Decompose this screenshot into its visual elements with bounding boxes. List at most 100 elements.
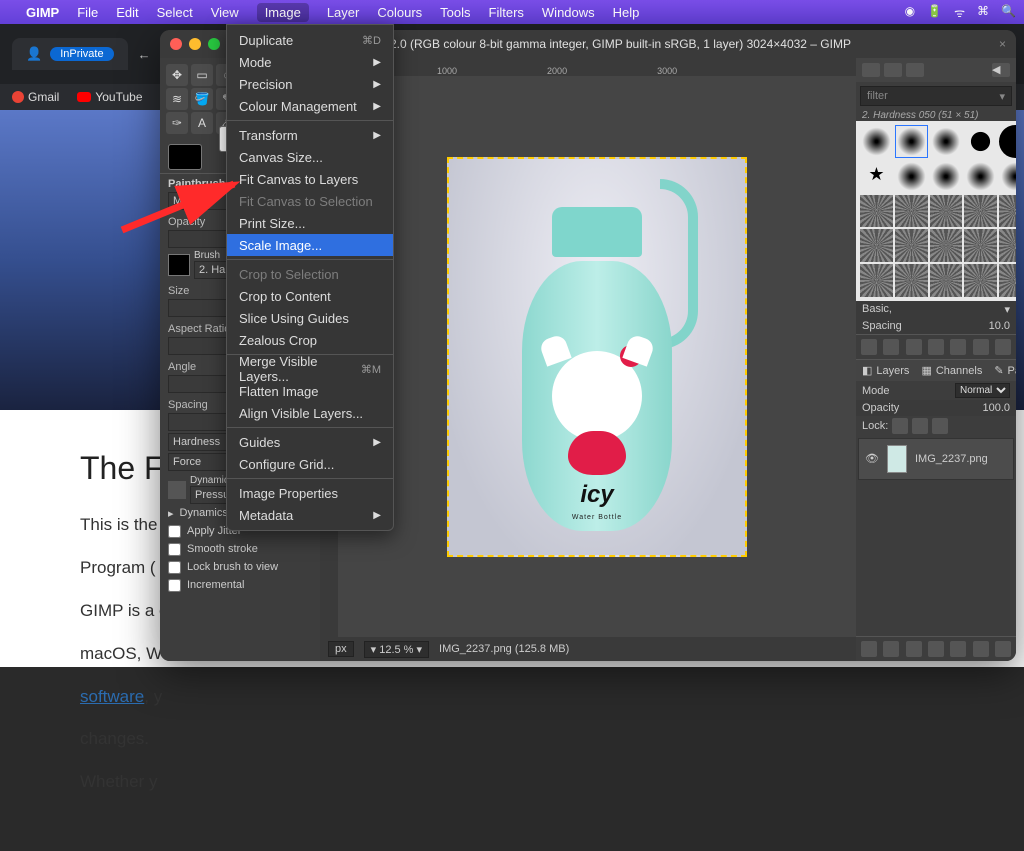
path-tool-icon[interactable]: ✑ [166,112,188,134]
brush-tabs[interactable]: ◀ [856,58,1016,82]
lock-pixels-icon[interactable] [892,418,908,434]
statusbar: px ▾ 12.5 % ▾ IMG_2237.png (125.8 MB) [320,637,856,661]
window-controls[interactable] [170,38,220,50]
browser-tab[interactable]: 👤 InPrivate [12,38,128,70]
window-close-x-icon[interactable]: × [999,37,1006,51]
close-window-button[interactable] [170,38,182,50]
menu-item-print-size-[interactable]: Print Size... [227,212,393,234]
menu-select[interactable]: Select [157,5,193,20]
screenrec-icon[interactable]: ◉ [905,4,915,21]
bucket-tool-icon[interactable]: 🪣 [191,88,213,110]
brush-filter-input[interactable]: filter▾ [860,86,1012,106]
spotlight-icon[interactable]: 🔍 [1001,4,1016,21]
youtube-icon [77,92,91,102]
private-icon: 👤 [26,46,42,62]
macos-menubar: GIMP File Edit Select View Image Layer C… [0,0,1024,24]
minimize-window-button[interactable] [189,38,201,50]
rect-select-tool-icon[interactable]: ▭ [191,64,213,86]
wifi-icon[interactable]: ᯤ [954,4,965,21]
menu-item-flatten-image[interactable]: Flatten Image [227,380,393,402]
brush-action-buttons[interactable] [856,334,1016,359]
chevron-down-icon: ▾ [999,90,1005,103]
menu-layer[interactable]: Layer [327,5,360,20]
menu-edit[interactable]: Edit [116,5,138,20]
battery-icon[interactable]: 🔋 [927,4,942,21]
menu-item-align-visible-layers-[interactable]: Align Visible Layers... [227,402,393,424]
menu-windows[interactable]: Windows [542,5,595,20]
lock-position-icon[interactable] [912,418,928,434]
menu-item-slice-using-guides[interactable]: Slice Using Guides [227,307,393,329]
kitty-graphic [552,351,642,441]
menu-image[interactable]: Image [257,3,309,22]
menu-item-image-properties[interactable]: Image Properties [227,482,393,504]
app-name[interactable]: GIMP [26,5,59,20]
tab-layers[interactable]: ◧ Layers [862,364,909,377]
zoom-window-button[interactable] [208,38,220,50]
menu-item-duplicate[interactable]: Duplicate⌘D [227,29,393,51]
menu-file[interactable]: File [77,5,98,20]
menu-item-precision[interactable]: Precision▶ [227,73,393,95]
brush-spacing-row[interactable]: Spacing10.0 [856,318,1016,334]
nav-back-icon[interactable]: ← [138,47,151,62]
blend-mode-select[interactable]: Normal [955,383,1010,398]
dynamics-icon[interactable] [168,481,186,499]
warp-tool-icon[interactable]: ≋ [166,88,188,110]
zoom-selector[interactable]: ▾ 12.5 % ▾ [364,641,429,658]
menu-colours[interactable]: Colours [377,5,422,20]
layer-row[interactable]: 👁 IMG_2237.png [858,438,1014,480]
status-icons: ◉ 🔋 ᯤ ⌘ 🔍 [905,4,1016,21]
menu-view[interactable]: View [211,5,239,20]
gmail-icon [12,91,24,103]
menu-item-colour-management[interactable]: Colour Management▶ [227,95,393,117]
brush-name-label: 2. Hardness 050 (51 × 51) [856,110,1016,121]
bookmark-youtube[interactable]: YouTube [77,90,142,104]
visibility-eye-icon[interactable]: 👁 [865,452,879,466]
lock-brush-checkbox[interactable]: Lock brush to view [168,558,312,576]
layer-action-buttons[interactable] [856,636,1016,661]
image-menu-dropdown: Duplicate⌘DMode▶Precision▶Colour Managem… [226,24,394,531]
control-center-icon[interactable]: ⌘ [977,4,989,21]
menu-item-crop-to-content[interactable]: Crop to Content [227,285,393,307]
menu-item-configure-grid-[interactable]: Configure Grid... [227,453,393,475]
incremental-checkbox[interactable]: Incremental [168,576,312,594]
bottle-cap [552,207,642,257]
menu-item-crop-to-selection: Crop to Selection [227,263,393,285]
menu-item-metadata[interactable]: Metadata▶ [227,504,393,526]
bookmark-gmail[interactable]: Gmail [12,90,59,104]
menu-item-mode[interactable]: Mode▶ [227,51,393,73]
file-status: IMG_2237.png (125.8 MB) [439,643,569,655]
menu-item-fit-canvas-to-layers[interactable]: Fit Canvas to Layers [227,168,393,190]
unit-selector[interactable]: px [328,641,354,657]
move-tool-icon[interactable]: ✥ [166,64,188,86]
menu-item-merge-visible-layers-[interactable]: Merge Visible Layers...⌘M [227,358,393,380]
fg-color-swatch[interactable] [168,144,202,170]
tab-channels[interactable]: ▦ Channels [921,364,982,377]
tool-options-title: Paintbrush [168,178,225,190]
menu-item-scale-image-[interactable]: Scale Image... [227,234,393,256]
brush-preview[interactable] [168,254,190,276]
menu-item-canvas-size-[interactable]: Canvas Size... [227,146,393,168]
menu-help[interactable]: Help [613,5,640,20]
layer-opacity-row[interactable]: Opacity100.0 [856,400,1016,416]
layers-tabs[interactable]: ◧ Layers ▦ Channels ✎ Paths [856,359,1016,381]
kitty-bow [620,345,642,367]
menu-filters[interactable]: Filters [489,5,524,20]
smooth-stroke-checkbox[interactable]: Smooth stroke [168,540,312,558]
tab-paths[interactable]: ✎ Paths [994,364,1016,377]
menu-item-guides[interactable]: Guides▶ [227,431,393,453]
image-content: icy Water Bottle [447,157,747,557]
software-link[interactable]: software [80,687,144,706]
kitty-dress [568,431,626,475]
layer-name[interactable]: IMG_2237.png [915,453,988,465]
layer-thumbnail [887,445,907,473]
canvas-area: 0 1000 2000 3000 [320,58,856,661]
menu-item-zealous-crop[interactable]: Zealous Crop [227,329,393,351]
canvas[interactable]: icy Water Bottle [338,76,856,637]
menu-item-transform[interactable]: Transform▶ [227,124,393,146]
brush-grid[interactable] [856,121,1016,301]
menu-tools[interactable]: Tools [440,5,470,20]
bottle-body: icy Water Bottle [522,261,672,531]
lock-alpha-icon[interactable] [932,418,948,434]
text-tool-icon[interactable]: A [191,112,213,134]
chevron-down-icon[interactable]: ▾ [1004,303,1010,316]
